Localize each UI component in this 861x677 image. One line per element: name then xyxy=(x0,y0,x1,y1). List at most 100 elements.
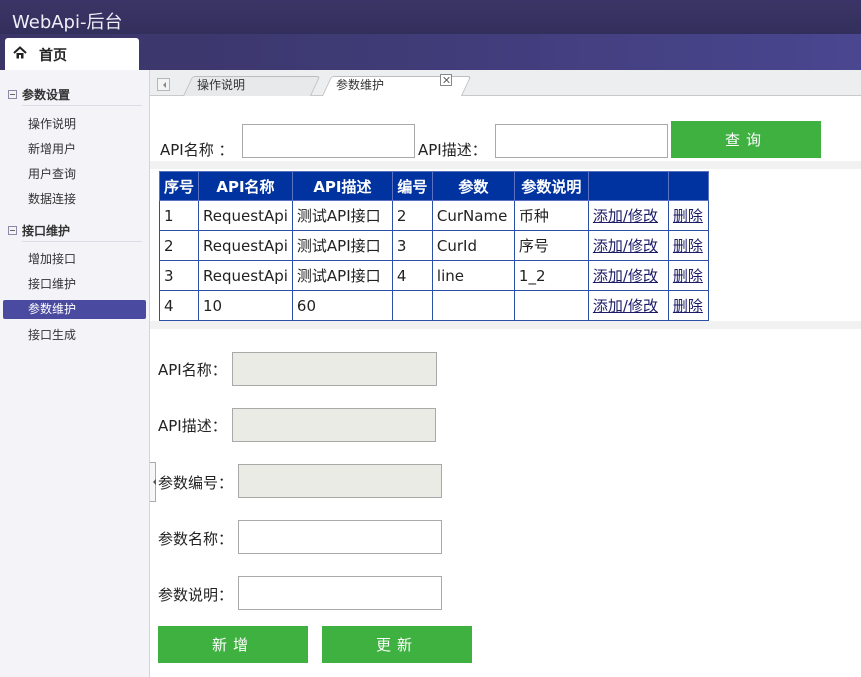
column-header: 参数说明 xyxy=(513,171,589,201)
cell-param: line xyxy=(431,260,515,291)
grid-bottom-strip xyxy=(150,321,861,329)
close-icon[interactable] xyxy=(440,74,452,86)
home-icon xyxy=(13,46,27,59)
search-api-name-input[interactable] xyxy=(242,124,415,158)
column-header xyxy=(587,171,669,201)
sidebar: 参数设置 操作说明 新增用户 用户查询 数据连接 接口维护 增加接口 接口维护 … xyxy=(0,70,150,677)
sidebar-group-interface-maintenance[interactable]: 接口维护 xyxy=(8,222,70,242)
column-header: 编号 xyxy=(391,171,433,201)
sidebar-item-user-query[interactable]: 用户查询 xyxy=(3,165,146,184)
cell-param-desc: 币种 xyxy=(513,200,589,231)
cell-number: 3 xyxy=(391,230,433,261)
cell-api-desc: 60 xyxy=(291,290,393,321)
sidebar-item-add-user[interactable]: 新增用户 xyxy=(3,140,146,159)
column-header: API描述 xyxy=(291,171,393,201)
collapse-icon[interactable] xyxy=(8,90,17,99)
sidebar-item-add-interface[interactable]: 增加接口 xyxy=(3,250,146,269)
add-edit-link[interactable]: 添加/修改 xyxy=(593,297,658,315)
divider xyxy=(22,241,142,242)
form-param-name-label: 参数名称： xyxy=(158,530,234,548)
cell-api-name: RequestApi xyxy=(198,200,293,231)
table-row: 1 RequestApi 测试API接口 2 CurName 币种 添加/修改 … xyxy=(158,200,709,231)
form-api-name-field[interactable] xyxy=(232,352,437,386)
home-tab[interactable]: 首页 xyxy=(5,38,139,71)
column-header xyxy=(667,171,709,201)
table-row: 3 RequestApi 测试API接口 4 line 1_2 添加/修改 删除 xyxy=(158,260,709,291)
sidebar-item-data-connection[interactable]: 数据连接 xyxy=(3,190,146,209)
sidebar-item-operation-guide[interactable]: 操作说明 xyxy=(3,115,146,134)
cell-edit: 添加/修改 xyxy=(587,290,669,321)
add-button[interactable]: 新增 xyxy=(158,626,308,663)
cell-param xyxy=(431,290,515,321)
table-header-row: 序号 API名称 API描述 编号 参数 参数说明 xyxy=(158,171,709,201)
cell-api-desc: 测试API接口 xyxy=(291,200,393,231)
top-header: WebApi-后台 首页 xyxy=(0,0,861,71)
form-param-no-label: 参数编号： xyxy=(158,474,234,492)
delete-link[interactable]: 删除 xyxy=(673,207,703,225)
cell-index: 1 xyxy=(158,200,200,231)
tab-bar: 操作说明 参数维护 xyxy=(150,70,861,96)
divider xyxy=(22,105,142,106)
home-tab-label: 首页 xyxy=(39,48,67,64)
param-table: 序号 API名称 API描述 编号 参数 参数说明 1 RequestApi 测… xyxy=(158,171,709,321)
cell-param-desc: 1_2 xyxy=(513,260,589,291)
add-edit-link[interactable]: 添加/修改 xyxy=(593,207,658,225)
form-param-name-field[interactable] xyxy=(238,520,442,554)
search-api-desc-input[interactable] xyxy=(495,124,668,158)
column-header: API名称 xyxy=(198,171,293,201)
add-edit-link[interactable]: 添加/修改 xyxy=(593,237,658,255)
cell-edit: 添加/修改 xyxy=(587,200,669,231)
title-bar xyxy=(0,0,861,34)
cell-number: 2 xyxy=(391,200,433,231)
sidebar-group-param-settings[interactable]: 参数设置 xyxy=(8,86,70,106)
cell-number: 4 xyxy=(391,260,433,291)
cell-edit: 添加/修改 xyxy=(587,260,669,291)
cell-param: CurName xyxy=(431,200,515,231)
cell-param: CurId xyxy=(431,230,515,261)
query-button[interactable]: 查询 xyxy=(671,121,821,158)
sidebar-item-interface-generate[interactable]: 接口生成 xyxy=(3,326,146,345)
table-row: 2 RequestApi 测试API接口 3 CurId 序号 添加/修改 删除 xyxy=(158,230,709,261)
form-api-desc-field[interactable] xyxy=(232,408,436,442)
form-param-no-field[interactable] xyxy=(238,464,442,498)
sidebar-group-label: 接口维护 xyxy=(22,224,71,238)
cell-api-desc: 测试API接口 xyxy=(291,230,393,261)
delete-link[interactable]: 删除 xyxy=(673,297,703,315)
delete-link[interactable]: 删除 xyxy=(673,267,703,285)
cell-api-name: 10 xyxy=(198,290,293,321)
app-title: WebApi-后台 xyxy=(12,12,123,33)
cell-index: 2 xyxy=(158,230,200,261)
form-api-desc-label: API描述： xyxy=(158,417,227,435)
api-name-label: API名称 ： xyxy=(160,141,234,159)
cell-delete: 删除 xyxy=(667,260,709,291)
form-param-desc-label: 参数说明： xyxy=(158,586,234,604)
cell-index: 4 xyxy=(158,290,200,321)
sidebar-group-label: 参数设置 xyxy=(22,88,71,102)
collapse-icon[interactable] xyxy=(8,226,17,235)
cell-number xyxy=(391,290,433,321)
cell-delete: 删除 xyxy=(667,290,709,321)
tab-label: 操作说明 xyxy=(197,78,246,92)
api-desc-label: API描述： xyxy=(418,141,487,159)
table-row: 4 10 60 添加/修改 删除 xyxy=(158,290,709,321)
cell-param-desc xyxy=(513,290,589,321)
cell-index: 3 xyxy=(158,260,200,291)
tab-scroll-left-icon[interactable] xyxy=(157,78,170,91)
sidebar-item-interface-maintenance[interactable]: 接口维护 xyxy=(3,275,146,294)
cell-api-name: RequestApi xyxy=(198,230,293,261)
add-edit-link[interactable]: 添加/修改 xyxy=(593,267,658,285)
form-param-desc-field[interactable] xyxy=(238,576,442,610)
column-header: 参数 xyxy=(431,171,515,201)
app-root: WebApi-后台 首页 参数设置 操作说明 新增用户 用户查询 数据连接 接口… xyxy=(0,0,861,677)
form-api-name-label: API名称： xyxy=(158,361,227,379)
cell-api-name: RequestApi xyxy=(198,260,293,291)
tab-operation-guide[interactable]: 操作说明 xyxy=(183,76,321,96)
update-button[interactable]: 更新 xyxy=(322,626,472,663)
cell-delete: 删除 xyxy=(667,200,709,231)
cell-delete: 删除 xyxy=(667,230,709,261)
cell-edit: 添加/修改 xyxy=(587,230,669,261)
cell-param-desc: 序号 xyxy=(513,230,589,261)
delete-link[interactable]: 删除 xyxy=(673,237,703,255)
sidebar-item-param-maintenance[interactable]: 参数维护 xyxy=(3,300,146,319)
cell-api-desc: 测试API接口 xyxy=(291,260,393,291)
